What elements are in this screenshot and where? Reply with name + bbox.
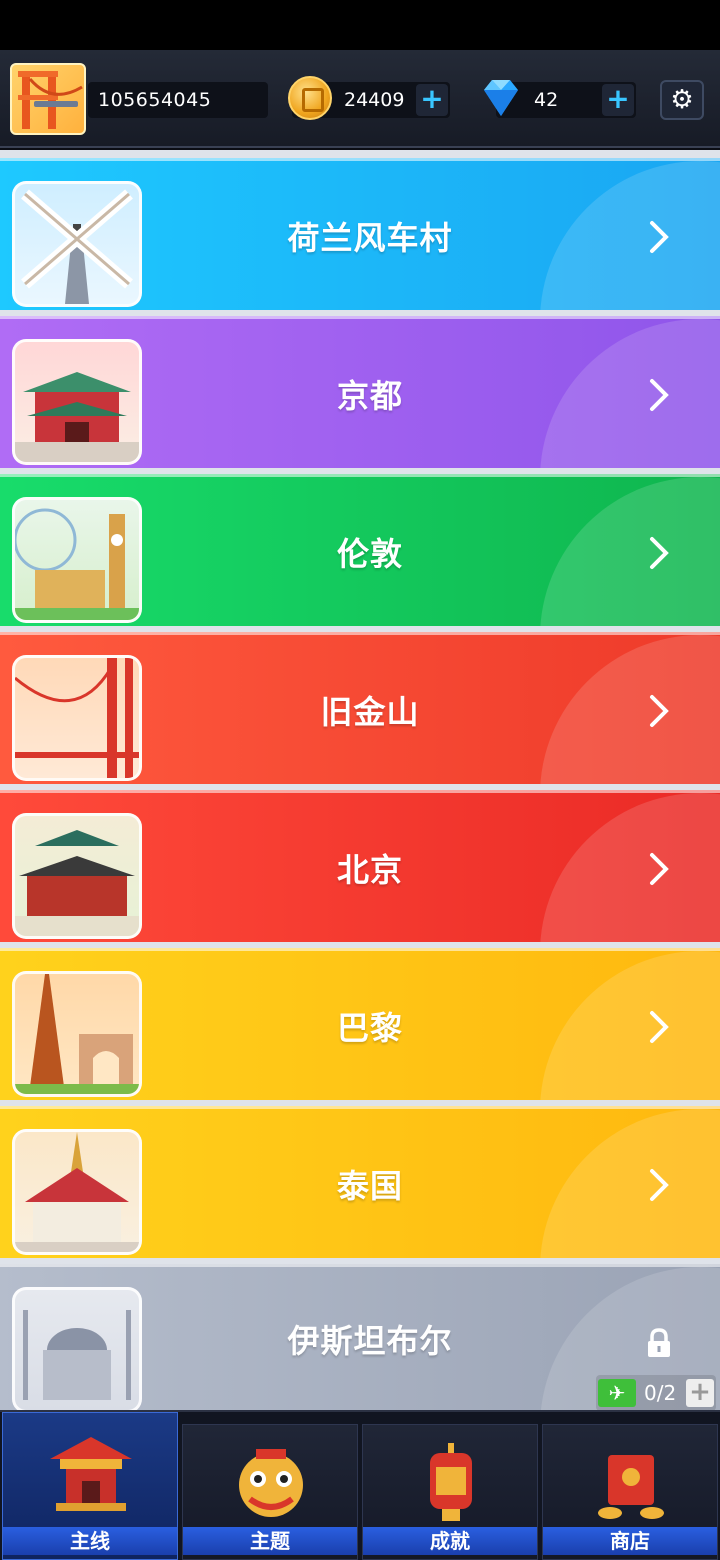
settings-button[interactable]: ⚙ xyxy=(660,80,704,120)
level-card-london[interactable]: 伦敦 xyxy=(0,474,720,626)
chevron-right-icon xyxy=(650,1011,669,1043)
gear-icon: ⚙ xyxy=(670,85,694,115)
level-card-san-francisco[interactable]: 旧金山 xyxy=(0,632,720,784)
mosque-thumbnail xyxy=(12,1287,142,1410)
level-list[interactable]: 荷兰风车村 京都 伦敦 旧金山 北京 巴黎 泰国 伊斯坦布尔 ✈ 0/2 + xyxy=(0,150,720,1410)
coin-icon xyxy=(288,76,332,120)
red-envelope-gift-icon xyxy=(598,1455,664,1519)
coin-value: 24409 xyxy=(344,89,405,111)
tab-label: 主线 xyxy=(3,1527,177,1555)
golden-gate-thumbnail xyxy=(12,655,142,781)
level-name: 巴黎 xyxy=(336,1008,403,1047)
eiffel-tower-thumbnail xyxy=(12,971,142,1097)
level-name: 泰国 xyxy=(336,1166,403,1205)
unlock-progress-text: 0/2 xyxy=(644,1381,677,1405)
chevron-right-icon xyxy=(650,1169,669,1201)
add-coins-button[interactable]: + xyxy=(416,84,448,116)
tab-label: 成就 xyxy=(363,1527,537,1555)
tab-main-line[interactable]: 主线 xyxy=(2,1412,178,1560)
bottom-tab-bar: 主线 主题 成就 商店 xyxy=(0,1410,720,1560)
tab-label: 商店 xyxy=(543,1527,717,1555)
level-card-thailand[interactable]: 泰国 xyxy=(0,1106,720,1258)
chevron-right-icon xyxy=(650,695,669,727)
pagoda-icon xyxy=(50,1437,132,1511)
ticket-icon: ✈ xyxy=(598,1379,636,1407)
level-name: 京都 xyxy=(336,376,403,415)
level-name: 荷兰风车村 xyxy=(287,218,453,257)
coin-counter: 24409 + xyxy=(288,76,450,120)
london-thumbnail xyxy=(12,497,142,623)
chevron-right-icon xyxy=(650,537,669,569)
avatar[interactable] xyxy=(10,63,86,135)
level-name: 北京 xyxy=(336,850,403,889)
lantern-icon xyxy=(430,1443,472,1521)
windmill-thumbnail xyxy=(12,181,142,307)
lion-dance-icon xyxy=(239,1449,303,1517)
status-bar xyxy=(0,0,720,50)
level-name: 伊斯坦布尔 xyxy=(287,1321,453,1360)
level-card-beijing[interactable]: 北京 xyxy=(0,790,720,942)
unlock-progress: ✈ 0/2 + xyxy=(596,1375,716,1410)
level-card-netherlands[interactable]: 荷兰风车村 xyxy=(0,158,720,310)
kyoto-temple-thumbnail xyxy=(12,339,142,465)
thai-temple-thumbnail xyxy=(12,1129,142,1255)
top-bar: 105654045 24409 + 42 + ⚙ xyxy=(0,50,720,148)
tab-achievements[interactable]: 成就 xyxy=(362,1424,538,1560)
forbidden-city-thumbnail xyxy=(12,813,142,939)
gem-counter: 42 + xyxy=(484,80,636,118)
player-id: 105654045 xyxy=(88,82,268,118)
diamond-icon xyxy=(484,80,518,116)
chevron-right-icon xyxy=(650,853,669,885)
chevron-right-icon xyxy=(650,379,669,411)
level-card-kyoto[interactable]: 京都 xyxy=(0,316,720,468)
tab-label: 主题 xyxy=(183,1527,357,1555)
gem-value: 42 xyxy=(534,89,559,111)
bridge-logo-icon xyxy=(18,71,83,129)
level-card-paris[interactable]: 巴黎 xyxy=(0,948,720,1100)
lock-icon xyxy=(648,1328,670,1357)
tab-themes[interactable]: 主题 xyxy=(182,1424,358,1560)
level-name: 伦敦 xyxy=(336,534,403,573)
tab-shop[interactable]: 商店 xyxy=(542,1424,718,1560)
level-name: 旧金山 xyxy=(320,692,420,731)
chevron-right-icon xyxy=(650,221,669,253)
level-card-istanbul[interactable]: 伊斯坦布尔 ✈ 0/2 + xyxy=(0,1264,720,1410)
add-ticket-button[interactable]: + xyxy=(686,1379,714,1407)
add-gems-button[interactable]: + xyxy=(602,84,634,116)
